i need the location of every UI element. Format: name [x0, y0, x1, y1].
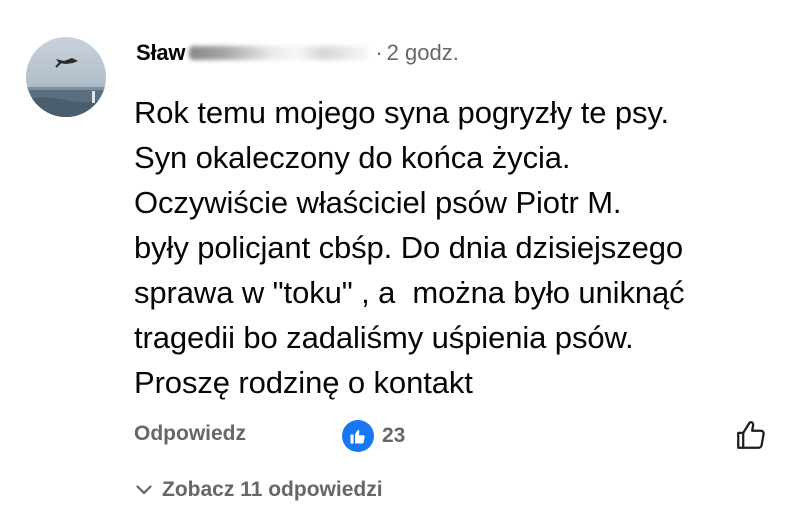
avatar[interactable]	[26, 37, 106, 117]
timestamp[interactable]: 2 godz.	[387, 40, 459, 66]
thumbs-up-outline-icon	[737, 421, 765, 449]
reaction-count: 23	[382, 424, 406, 447]
comment-actions: Odpowiedz 23	[134, 420, 774, 452]
comment-line: Rok temu mojego syna pogryzły te psy.	[134, 95, 670, 130]
comment-line: Proszę rodzinę o kontakt	[134, 365, 473, 400]
comment-line: tragedii bo zadaliśmy uśpienia psów.	[134, 320, 634, 355]
comment-text: Rok temu mojego syna pogryzły te psy. Sy…	[134, 90, 784, 405]
like-button[interactable]	[730, 414, 772, 456]
comment-header: Sław · 2 godz.	[136, 38, 459, 68]
comment-line: Oczywiście właściciel psów Piotr M.	[134, 185, 622, 220]
avatar-image	[26, 37, 106, 117]
author-name-obscured	[189, 46, 370, 60]
comment-line: Syn okaleczony do końca życia.	[134, 140, 571, 175]
reaction-summary[interactable]: 23	[342, 420, 405, 452]
reply-button[interactable]: Odpowiedz	[134, 422, 246, 446]
timestamp-separator: ·	[375, 40, 383, 65]
author-name[interactable]: Sław	[136, 40, 186, 66]
view-replies-label: Zobacz 11 odpowiedzi	[162, 478, 383, 501]
like-thumb-icon	[342, 420, 374, 452]
view-replies-button[interactable]: Zobacz 11 odpowiedzi	[136, 478, 383, 502]
comment-line: były policjant cbśp. Do dnia dzisiejszeg…	[134, 230, 684, 265]
comment-line: sprawa w "toku" , a można było uniknąć	[134, 275, 685, 310]
chevron-down-icon	[136, 485, 152, 495]
